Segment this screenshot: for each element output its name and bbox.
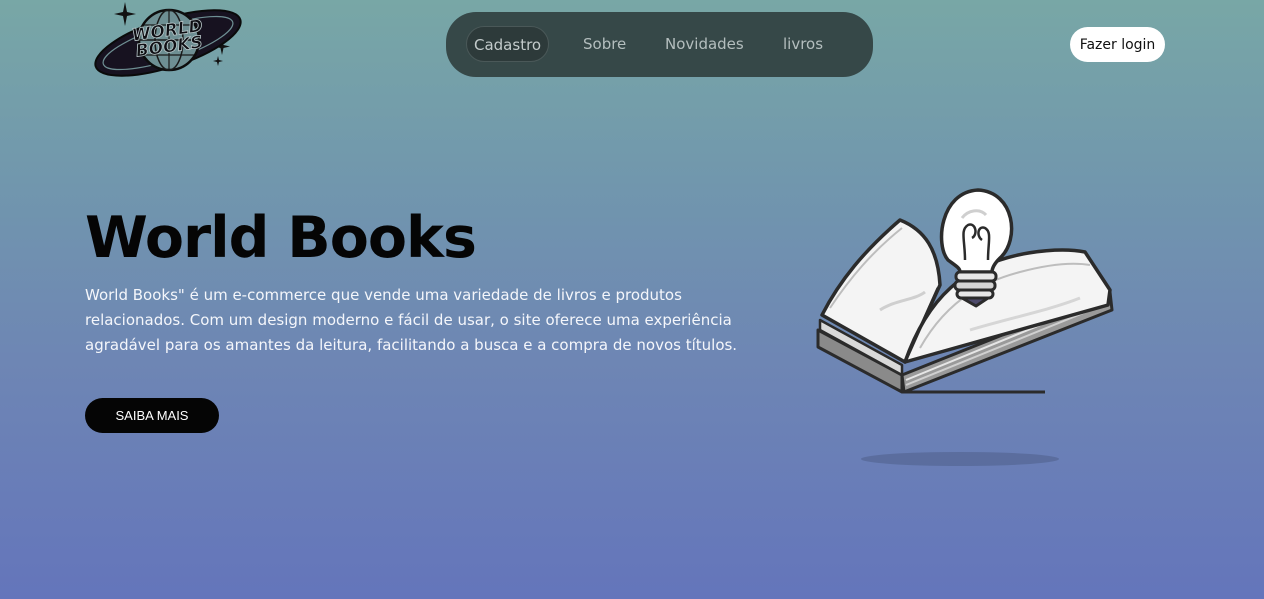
globe-logo-icon: WORLD BOOKS — [94, 2, 242, 77]
site-logo[interactable]: WORLD BOOKS — [88, 0, 248, 80]
nav-item-novidades[interactable]: Novidades — [665, 26, 744, 62]
open-book-lightbulb-icon — [816, 188, 1114, 466]
login-button[interactable]: Fazer login — [1070, 27, 1165, 62]
main-nav: Cadastro Sobre Novidades livros — [446, 12, 873, 77]
saiba-mais-button[interactable]: SAIBA MAIS — [85, 398, 219, 433]
hero-description: World Books" é um e-commerce que vende u… — [85, 286, 738, 354]
hero-title: World Books — [85, 205, 477, 271]
nav-item-cadastro[interactable]: Cadastro — [466, 26, 550, 62]
hero-illustration — [810, 180, 1120, 475]
nav-item-livros[interactable]: livros — [783, 26, 823, 62]
nav-item-sobre[interactable]: Sobre — [583, 26, 626, 62]
